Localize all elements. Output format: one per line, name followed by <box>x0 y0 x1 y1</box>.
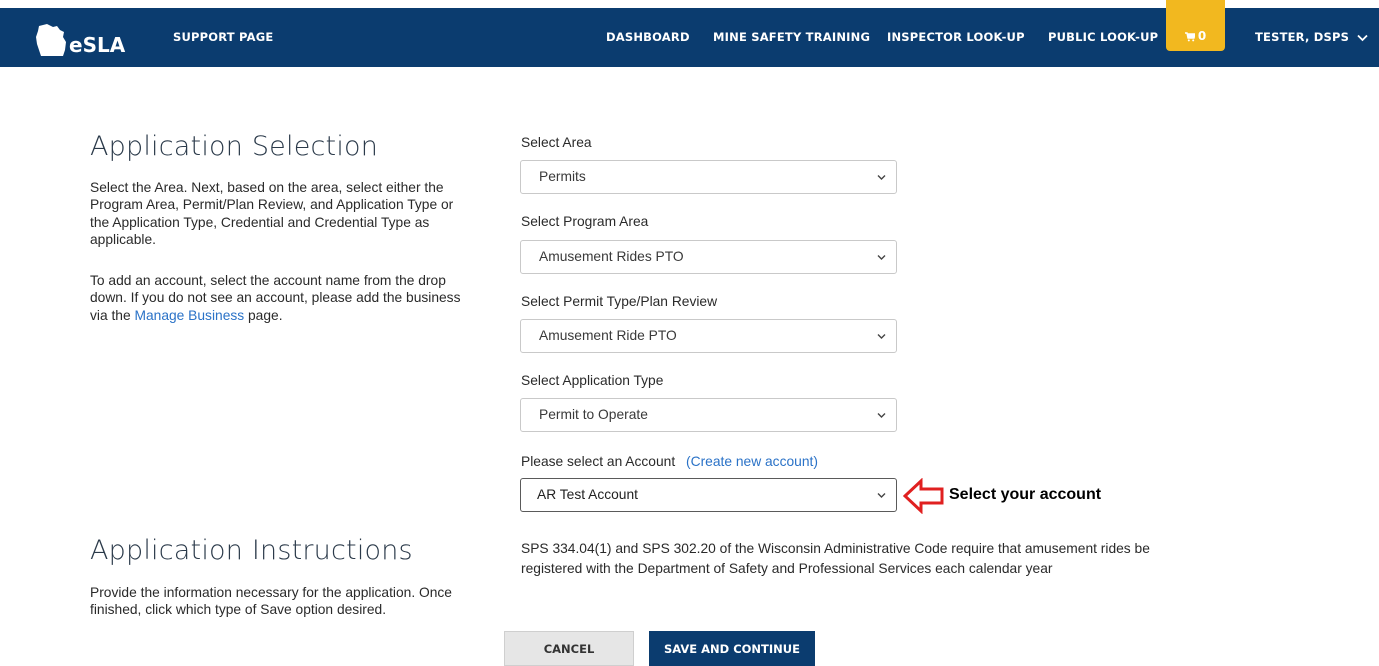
save-and-continue-button[interactable]: SAVE AND CONTINUE <box>649 631 815 666</box>
select-your-account-callout: Select your account <box>949 486 1102 503</box>
select-account-label: Please select an Account <box>521 454 676 469</box>
select-application-type-dropdown[interactable]: Permit to Operate <box>520 398 897 432</box>
brand-logo-link[interactable]: eSLA <box>33 16 125 60</box>
select-permit-type-dropdown[interactable]: Amusement Ride PTO <box>520 319 897 353</box>
nav-inspector-lookup[interactable]: INSPECTOR LOOK-UP <box>887 30 1025 44</box>
application-selection-title: Application Selection <box>90 131 379 162</box>
nav-support-page[interactable]: SUPPORT PAGE <box>173 30 273 44</box>
chevron-down-icon <box>877 334 886 339</box>
select-account-label-row: Please select an Account (Create new acc… <box>521 454 818 469</box>
user-name: TESTER, DSPS <box>1255 30 1350 44</box>
chevron-down-icon <box>877 493 886 498</box>
chevron-down-icon <box>877 255 886 260</box>
select-area-dropdown[interactable]: Permits <box>520 160 897 194</box>
select-area-label: Select Area <box>521 135 592 150</box>
page: eSLA SUPPORT PAGE DASHBOARD MINE SAFETY … <box>0 0 1379 666</box>
select-account-dropdown[interactable]: AR Test Account <box>520 478 897 512</box>
chevron-down-icon <box>877 175 886 180</box>
select-permit-type-value: Amusement Ride PTO <box>539 328 677 343</box>
user-menu[interactable]: TESTER, DSPS <box>1255 30 1368 44</box>
select-program-area-label: Select Program Area <box>521 214 649 229</box>
selection-account-hint: To add an account, select the account na… <box>90 272 475 324</box>
cart-button[interactable]: 0 <box>1166 0 1225 51</box>
top-navbar: eSLA SUPPORT PAGE DASHBOARD MINE SAFETY … <box>0 0 1379 67</box>
nav-public-lookup[interactable]: PUBLIC LOOK-UP <box>1048 30 1158 44</box>
select-program-area-value: Amusement Rides PTO <box>539 249 684 264</box>
select-application-type-value: Permit to Operate <box>539 407 648 422</box>
select-program-area-dropdown[interactable]: Amusement Rides PTO <box>520 240 897 274</box>
wisconsin-logo-icon <box>36 24 66 56</box>
manage-business-link[interactable]: Manage Business <box>134 308 244 323</box>
create-new-account-link[interactable]: (Create new account) <box>686 454 818 469</box>
cancel-button[interactable]: CANCEL <box>504 631 634 666</box>
select-permit-type-label: Select Permit Type/Plan Review <box>521 294 718 309</box>
nav-mine-safety-training[interactable]: MINE SAFETY TRAINING <box>713 30 870 44</box>
instructions-description: Provide the information necessary for th… <box>90 585 452 618</box>
brand-name: eSLA <box>69 33 126 57</box>
selection-description: Select the Area. Next, based on the area… <box>90 180 454 248</box>
chevron-down-icon <box>877 413 886 418</box>
application-instructions-title: Application Instructions <box>90 535 413 566</box>
account-hint-tail: page. <box>244 307 283 323</box>
legal-notice: SPS 334.04(1) and SPS 302.20 of the Wisc… <box>521 541 1150 576</box>
nav-dashboard[interactable]: DASHBOARD <box>606 30 690 44</box>
select-account-value: AR Test Account <box>537 487 638 502</box>
select-application-type-label: Select Application Type <box>521 373 664 388</box>
cart-count: 0 <box>1197 29 1207 43</box>
cart-icon <box>1184 31 1195 41</box>
select-area-value: Permits <box>539 169 586 184</box>
red-arrow-icon <box>903 478 944 514</box>
chevron-down-icon <box>1357 34 1368 41</box>
